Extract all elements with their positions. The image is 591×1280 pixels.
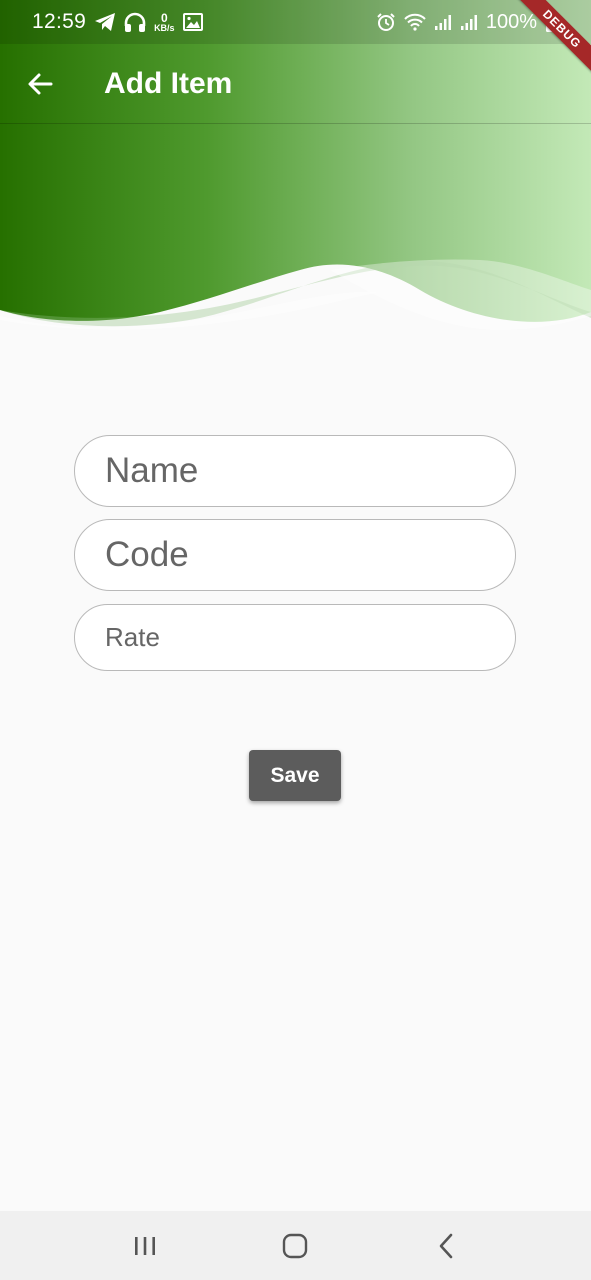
- back-button[interactable]: [16, 60, 64, 108]
- headphones-icon: [124, 12, 146, 32]
- code-input[interactable]: [103, 534, 515, 576]
- gallery-icon: [182, 13, 203, 31]
- name-input[interactable]: [103, 450, 515, 492]
- recent-apps-button[interactable]: [115, 1221, 175, 1271]
- data-rate-unit: KB/s: [154, 22, 175, 33]
- recent-apps-icon: [135, 1236, 156, 1255]
- home-icon: [283, 1233, 308, 1258]
- status-right: 100%: [376, 11, 557, 34]
- code-field[interactable]: [74, 519, 516, 591]
- back-icon: [439, 1233, 453, 1258]
- data-rate-value: 0: [160, 10, 168, 25]
- name-field[interactable]: [74, 435, 516, 507]
- signal-icon: [460, 13, 478, 31]
- status-time: 12:59: [32, 10, 87, 33]
- home-button[interactable]: [265, 1221, 325, 1271]
- save-button[interactable]: Save: [249, 750, 341, 801]
- data-rate-icon: 0 KB/s: [154, 12, 175, 33]
- battery-text: 100%: [485, 10, 537, 33]
- status-bar: 12:59 0 KB/s 100%: [0, 0, 591, 44]
- back-nav-button[interactable]: [416, 1221, 476, 1271]
- signal-icon: [434, 13, 452, 31]
- alarm-icon: [376, 12, 396, 32]
- wifi-icon: [404, 13, 426, 31]
- system-nav-bar: [0, 1211, 591, 1280]
- add-item-screen: 12:59 0 KB/s 100% DEBUG Add Item Name Co…: [0, 0, 591, 1280]
- status-left: 12:59 0 KB/s: [32, 10, 203, 34]
- telegram-icon: [94, 12, 116, 32]
- app-bar: Add Item: [0, 44, 591, 124]
- rate-field[interactable]: [74, 604, 516, 671]
- rate-input[interactable]: [103, 621, 515, 654]
- arrow-back-icon: [28, 73, 53, 94]
- page-title: Add Item: [104, 66, 233, 100]
